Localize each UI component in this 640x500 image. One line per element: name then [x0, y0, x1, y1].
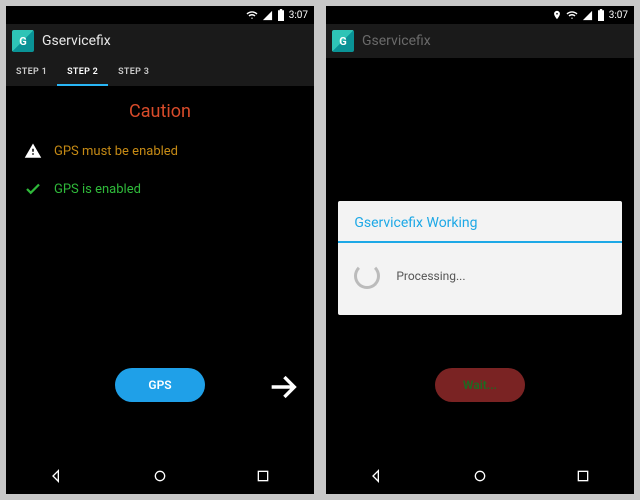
tab-step1[interactable]: STEP 1	[6, 58, 57, 86]
android-nav-bar	[326, 458, 634, 494]
check-icon	[24, 180, 42, 198]
tab-bar: STEP 1 STEP 2 STEP 3	[6, 58, 314, 87]
app-bar: G Gservicefix	[326, 24, 634, 58]
wait-button[interactable]: Wait...	[435, 368, 525, 402]
ok-row: GPS is enabled	[6, 170, 314, 208]
spinner-icon	[354, 263, 380, 289]
signal-icon	[262, 10, 273, 21]
status-bar: 3:07	[6, 6, 314, 24]
nav-back-icon[interactable]	[47, 466, 67, 486]
nav-home-icon[interactable]	[470, 466, 490, 486]
app-title: Gservicefix	[362, 33, 431, 49]
tab-step3[interactable]: STEP 3	[108, 58, 159, 86]
nav-recent-icon[interactable]	[253, 466, 273, 486]
status-time: 3:07	[609, 10, 628, 21]
warning-text: GPS must be enabled	[54, 144, 178, 159]
battery-icon	[597, 9, 605, 21]
nav-recent-icon[interactable]	[573, 466, 593, 486]
dialog-title: Gservicefix Working	[338, 201, 621, 241]
phone-left: 3:07 G Gservicefix STEP 1 STEP 2 STEP 3 …	[6, 6, 314, 494]
nav-home-icon[interactable]	[150, 466, 170, 486]
app-title: Gservicefix	[42, 33, 111, 49]
wifi-icon	[246, 9, 258, 21]
battery-icon	[277, 9, 285, 21]
status-time: 3:07	[289, 10, 308, 21]
android-nav-bar	[6, 458, 314, 494]
next-arrow-icon[interactable]	[266, 370, 300, 408]
ok-text: GPS is enabled	[54, 182, 141, 197]
phone-right: 3:07 G Gservicefix Gservicefix Working P…	[326, 6, 634, 494]
app-icon: G	[12, 30, 34, 52]
nav-back-icon[interactable]	[367, 466, 387, 486]
progress-dialog: Gservicefix Working Processing...	[338, 201, 621, 315]
status-bar: 3:07	[326, 6, 634, 24]
caution-heading: Caution	[6, 87, 314, 132]
tab-step2[interactable]: STEP 2	[57, 58, 108, 86]
warning-row: GPS must be enabled	[6, 132, 314, 170]
warning-icon	[24, 142, 42, 160]
app-icon: G	[332, 30, 354, 52]
location-icon	[552, 9, 562, 21]
app-bar: G Gservicefix STEP 1 STEP 2 STEP 3	[6, 24, 314, 87]
signal-icon	[582, 10, 593, 21]
wifi-icon	[566, 9, 578, 21]
gps-button[interactable]: GPS	[115, 368, 205, 402]
dialog-message: Processing...	[396, 269, 465, 283]
content-area: Gservicefix Working Processing... Wait..…	[326, 58, 634, 458]
content-area: Caution GPS must be enabled GPS is enabl…	[6, 87, 314, 458]
dialog-body: Processing...	[338, 243, 621, 315]
bottom-button-area: Wait...	[326, 360, 634, 410]
